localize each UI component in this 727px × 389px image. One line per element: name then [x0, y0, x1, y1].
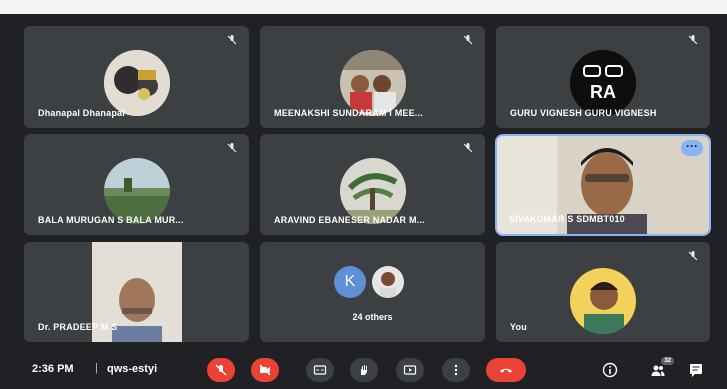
participant-tile[interactable]: Dr. PRADEEP M S: [24, 242, 249, 342]
participant-count-badge: 32: [661, 357, 674, 365]
participant-name: MEENAKSHI SUNDARAM I MEE...: [274, 108, 423, 118]
participant-tile[interactable]: MEENAKSHI SUNDARAM I MEE...: [260, 26, 485, 128]
participant-tile-active[interactable]: ··· SIVAKUMAR S SDMBT010: [495, 134, 711, 236]
captions-icon: [313, 365, 327, 375]
info-icon: [602, 362, 618, 378]
chat-button[interactable]: [686, 360, 706, 380]
mic-off-icon: [461, 142, 475, 156]
avatar-letter: K: [334, 266, 366, 298]
participant-name: BALA MURUGAN S BALA MUR...: [38, 215, 184, 225]
avatar: [339, 50, 406, 116]
more-options-button[interactable]: ···: [681, 140, 703, 156]
others-tile[interactable]: K 24 others: [260, 242, 485, 342]
mic-off-icon: [686, 250, 700, 264]
chat-icon: [690, 364, 702, 377]
participant-tile[interactable]: RA GURU VIGNESH GURU VIGNESH: [496, 26, 710, 128]
mic-off-icon: [686, 34, 700, 48]
logo-text: RA: [590, 82, 616, 102]
leave-call-button[interactable]: [486, 358, 526, 382]
participant-name: ARAVIND EBANESER NADAR M...: [274, 215, 425, 225]
people-button[interactable]: 32: [648, 357, 674, 380]
participant-tile[interactable]: BALA MURUGAN S BALA MUR...: [24, 134, 249, 235]
logo-avatar: RA: [570, 50, 636, 116]
mic-off-icon: [215, 364, 227, 376]
present-screen-icon: [403, 365, 417, 375]
camera-off-icon: [259, 364, 271, 376]
participant-tile[interactable]: ARAVIND EBANESER NADAR M...: [260, 134, 485, 235]
mic-off-icon: [461, 34, 475, 48]
more-vert-icon: [454, 364, 458, 376]
participant-name: Dr. PRADEEP M S: [38, 322, 118, 332]
others-count: 24 others: [352, 312, 393, 322]
separator: |: [95, 362, 98, 374]
avatar: [103, 50, 170, 116]
participant-name: You: [510, 322, 527, 332]
hand-icon: [361, 365, 367, 375]
mic-off-icon: [225, 142, 239, 156]
clock: 2:36 PM: [32, 363, 74, 375]
meeting-code: qws-estyi: [107, 363, 158, 375]
captions-button[interactable]: [306, 358, 334, 382]
mic-off-icon: [225, 34, 239, 48]
camera-toggle-button[interactable]: [251, 358, 279, 382]
participant-name: Dhanapal Dhanapal: [38, 108, 125, 118]
participant-tile-self[interactable]: You: [496, 242, 710, 342]
avatar: [570, 268, 636, 334]
hangup-icon: [500, 368, 512, 373]
participant-tile[interactable]: Dhanapal Dhanapal: [24, 26, 249, 128]
raise-hand-button[interactable]: [350, 358, 378, 382]
meet-window: Dhanapal Dhanapal MEENAKSHI SUNDARAM I M…: [0, 0, 727, 389]
avatar: [372, 266, 404, 298]
more-options-button[interactable]: [442, 358, 470, 382]
meeting-info-button[interactable]: [600, 360, 620, 380]
participant-name: SIVAKUMAR S SDMBT010: [509, 214, 625, 224]
participant-name: GURU VIGNESH GURU VIGNESH: [510, 108, 657, 118]
present-button[interactable]: [396, 358, 424, 382]
control-bar: 2:36 PM | qws-estyi 32: [0, 352, 727, 389]
mic-toggle-button[interactable]: [207, 358, 235, 382]
top-edge: [0, 0, 727, 14]
